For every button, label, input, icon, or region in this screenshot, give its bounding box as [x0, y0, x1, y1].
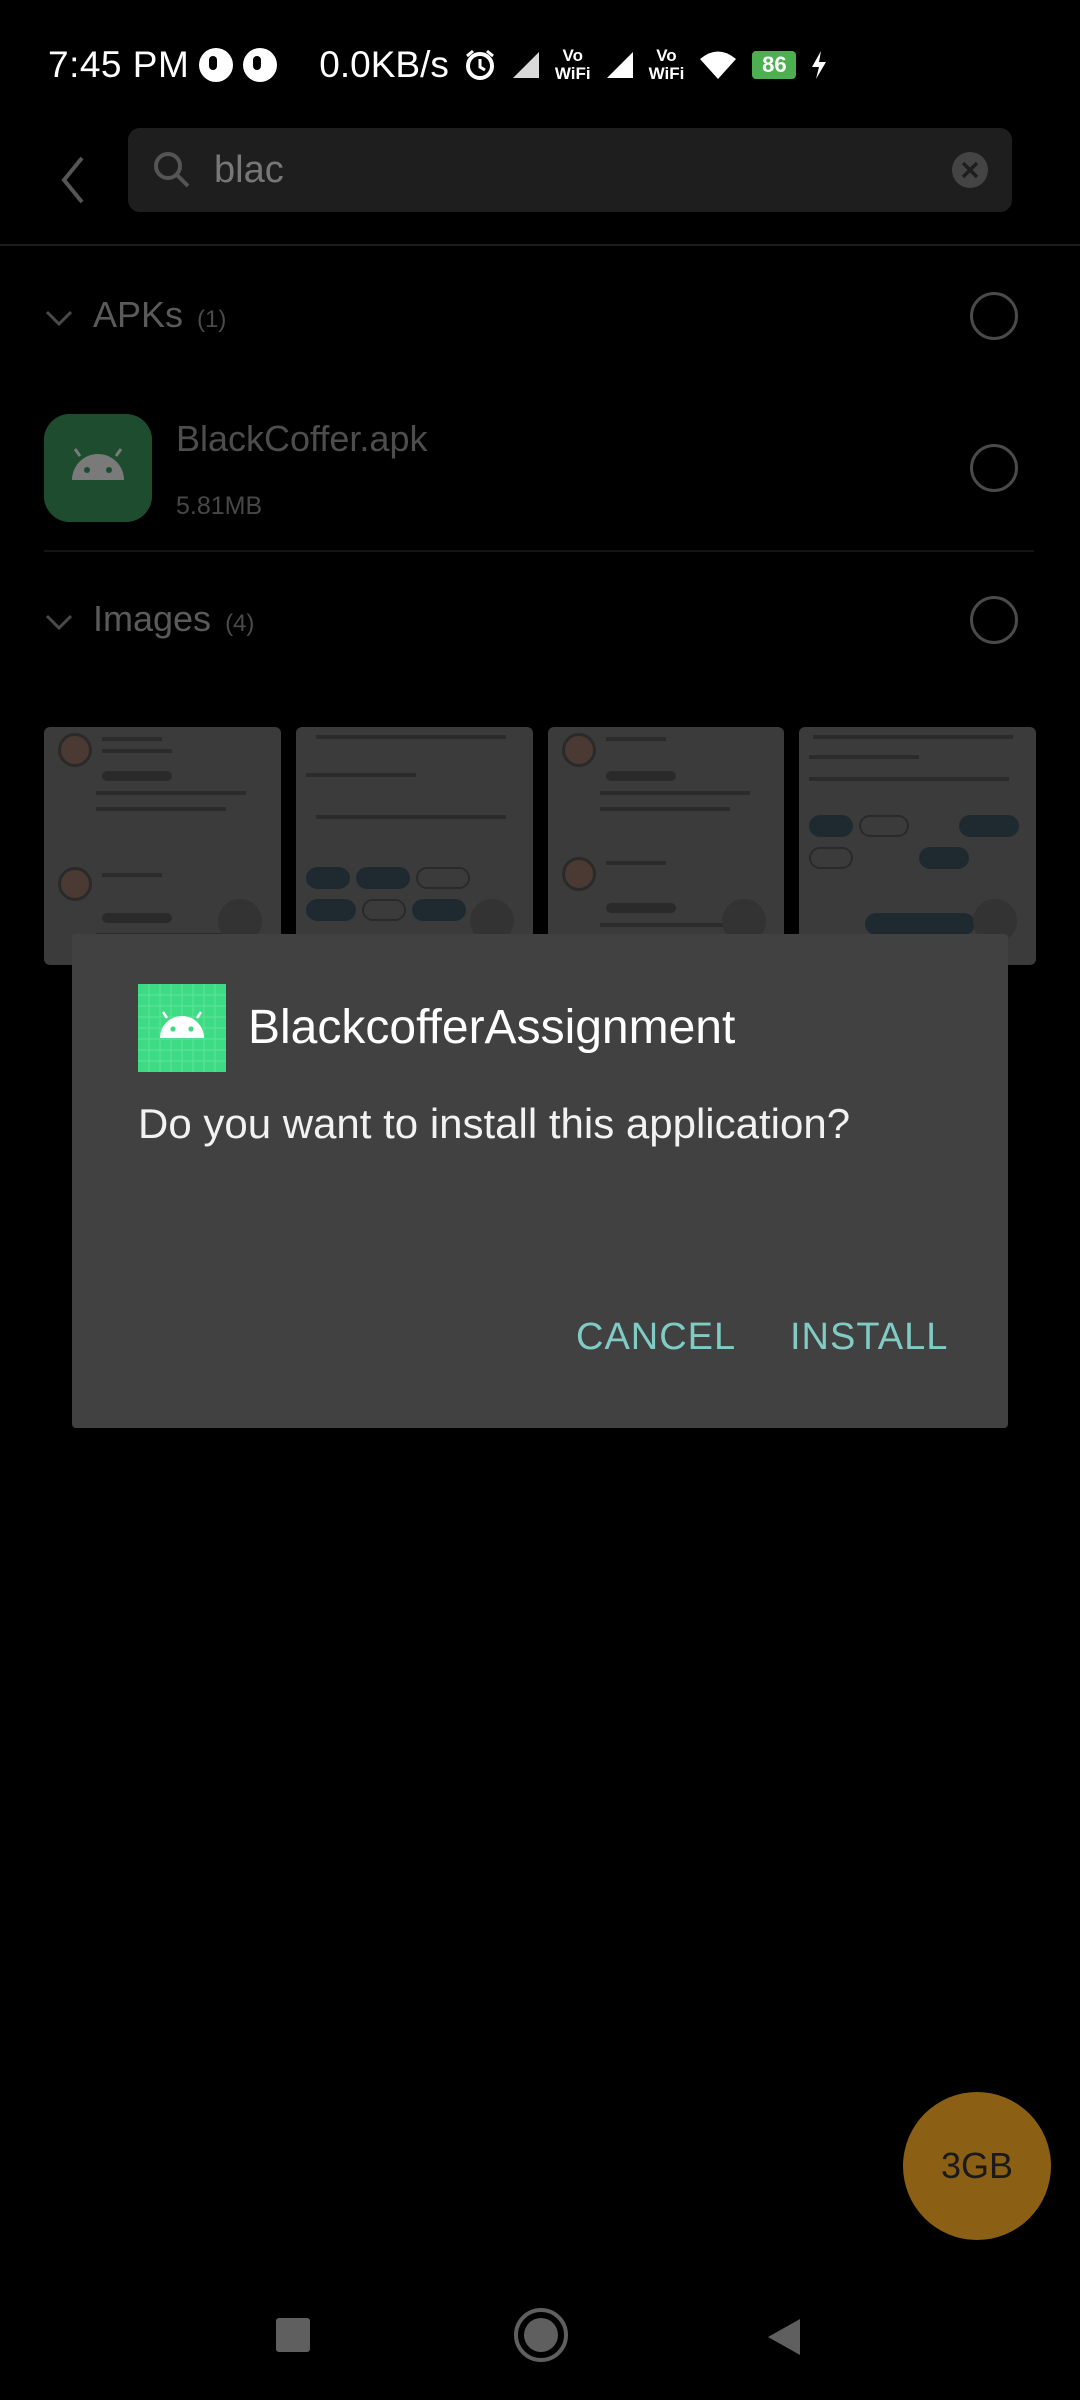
apk-select-radio[interactable] [970, 444, 1018, 492]
image-thumbnail[interactable] [44, 727, 281, 965]
home-icon[interactable] [514, 2308, 568, 2362]
section-header-apks[interactable]: APKs (1) [0, 258, 1080, 378]
thumb-bar [605, 771, 676, 781]
signal-icon-2 [605, 50, 635, 80]
section-header-images[interactable]: Images (4) [0, 562, 1080, 682]
thumb-line [605, 861, 666, 865]
back-arrow-icon[interactable] [52, 148, 96, 212]
thumb-pill [959, 815, 1020, 837]
thumb-line [809, 755, 920, 759]
navigation-bar [0, 2270, 1080, 2400]
status-bar: 7:45 PM 0.0KB/s Vo WiFi Vo WiFi 86 [0, 0, 1080, 130]
thumb-pill [361, 899, 406, 921]
signal-icon [511, 50, 541, 80]
section-title: Images (4) [93, 598, 254, 640]
search-box[interactable] [128, 128, 1012, 212]
section-count: (4) [225, 610, 255, 637]
battery-indicator: 86 [752, 51, 797, 79]
search-header [0, 128, 1080, 246]
install-dialog: BlackcofferAssignment Do you want to ins… [72, 934, 1008, 1428]
thumb-pill [415, 867, 470, 889]
dialog-app-name: BlackcofferAssignment [248, 1001, 736, 1054]
image-thumbnail[interactable] [295, 727, 533, 965]
section-title-text: APKs [93, 294, 184, 335]
thumb-pill [919, 847, 970, 869]
dialog-message: Do you want to install this application? [138, 1100, 851, 1147]
thumb-line [102, 749, 172, 753]
thumb-line [305, 773, 416, 777]
thumb-pill [305, 867, 350, 889]
section-title-text: Images [93, 598, 212, 639]
thumb-line [599, 807, 730, 811]
thumb-line [96, 791, 246, 795]
storage-button[interactable]: 3GB [903, 2092, 1051, 2240]
android-icon [44, 414, 152, 522]
apk-file-size: 5.81MB [176, 492, 263, 520]
chevron-down-icon [44, 612, 74, 637]
select-all-apks-radio[interactable] [970, 292, 1018, 340]
thumb-line [102, 873, 162, 877]
thumb-line [315, 735, 506, 739]
vowifi-top: Vo [656, 46, 677, 65]
search-input[interactable] [214, 142, 914, 198]
vowifi-indicator-1: Vo WiFi [555, 47, 591, 83]
thumb-pill [355, 867, 410, 889]
vowifi-bottom: WiFi [554, 64, 591, 83]
thumb-bar [102, 771, 172, 781]
chevron-down-icon [44, 308, 74, 333]
thumb-pill [809, 815, 854, 837]
thumb-avatar [58, 733, 92, 767]
image-thumbnail[interactable] [547, 727, 785, 965]
thumb-pill [305, 899, 356, 921]
network-speed: 0.0KB/s [319, 44, 449, 85]
thumb-avatar [561, 857, 596, 891]
notification-app-icon-2 [243, 48, 278, 82]
image-thumbnail-grid [44, 727, 1036, 965]
thumb-line [599, 791, 750, 795]
android-icon [138, 984, 226, 1072]
apk-file-name: BlackCoffer.apk [176, 418, 428, 459]
storage-label: 3GB [940, 2145, 1014, 2186]
vowifi-top: Vo [562, 46, 583, 65]
alarm-icon [463, 48, 497, 82]
thumb-avatar [58, 867, 92, 901]
thumb-bar [605, 903, 676, 913]
vowifi-bottom: WiFi [648, 64, 685, 83]
thumb-bar [102, 913, 172, 923]
recents-icon[interactable] [276, 2318, 310, 2352]
thumb-line [102, 737, 162, 741]
thumb-avatar [561, 733, 596, 767]
cancel-button[interactable]: CANCEL [576, 1316, 736, 1359]
status-time: 7:45 PM [48, 44, 190, 85]
install-button[interactable]: INSTALL [790, 1316, 948, 1359]
back-icon[interactable] [764, 2316, 804, 2363]
thumb-pill [865, 913, 976, 935]
clear-icon[interactable] [950, 150, 990, 195]
vowifi-indicator-2: Vo WiFi [649, 47, 685, 83]
charging-icon [810, 50, 828, 80]
select-all-images-radio[interactable] [970, 596, 1018, 644]
section-title: APKs (1) [93, 294, 226, 336]
divider [44, 550, 1034, 552]
notification-app-icon [199, 48, 234, 82]
list-item-apk[interactable]: BlackCoffer.apk 5.81MB [0, 402, 1080, 552]
wifi-icon [698, 50, 738, 80]
thumb-slider [809, 777, 1010, 781]
section-count: (1) [197, 306, 227, 333]
search-icon [150, 148, 194, 197]
battery-level: 86 [752, 51, 797, 79]
thumb-line [96, 807, 226, 811]
thumb-line [605, 737, 666, 741]
thumb-pill [411, 899, 466, 921]
thumb-pill [809, 847, 854, 869]
image-thumbnail[interactable] [799, 727, 1036, 965]
thumb-pill [859, 815, 910, 837]
thumb-slider [315, 815, 506, 819]
thumb-line [813, 735, 1014, 739]
